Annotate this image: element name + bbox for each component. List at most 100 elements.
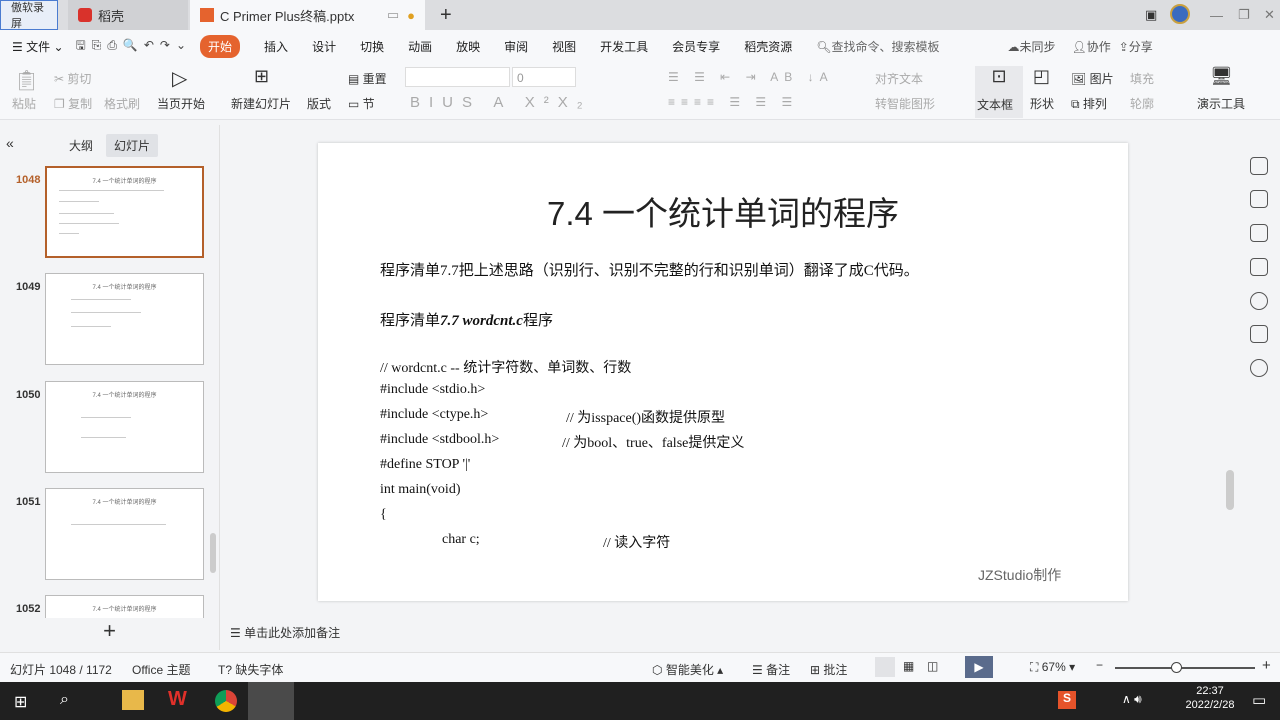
animation-icon[interactable] bbox=[1250, 224, 1268, 242]
canvas-scrollbar[interactable] bbox=[1226, 470, 1234, 510]
zoom-level[interactable]: 67% bbox=[1042, 660, 1066, 674]
arrange-button[interactable]: ⧉ 排列 bbox=[1071, 95, 1107, 112]
fill-button[interactable]: 填充 bbox=[1130, 70, 1154, 87]
settings-sliders-icon[interactable] bbox=[1250, 190, 1268, 208]
layout-button[interactable]: 版式 bbox=[307, 95, 331, 112]
shape-button[interactable]: 形状 bbox=[1030, 95, 1054, 112]
wps-icon[interactable]: W bbox=[168, 688, 187, 711]
smartart-button[interactable]: 转智能图形 bbox=[875, 95, 935, 112]
format-painter-button[interactable]: 格式刷 bbox=[104, 95, 140, 112]
slide-thumbnail[interactable]: 7.4 一个统计单词的程序 bbox=[45, 381, 204, 473]
text-format-icons[interactable]: BIUS A X²X₂ bbox=[410, 94, 592, 111]
tab-daoke-resources[interactable]: 稻壳资源 bbox=[744, 38, 792, 55]
font-size-select[interactable]: 0 bbox=[512, 67, 576, 87]
new-tab-button[interactable]: + bbox=[430, 0, 462, 30]
tab-daoke[interactable]: 稻壳 bbox=[68, 0, 188, 30]
play-current-button[interactable]: 当页开始 bbox=[157, 95, 205, 112]
paste-icon[interactable]: 📋︎ bbox=[14, 68, 39, 93]
rocket-icon[interactable] bbox=[1250, 157, 1268, 175]
normal-view-button[interactable] bbox=[875, 657, 895, 677]
zoom-slider[interactable] bbox=[1115, 662, 1255, 673]
tray-icons[interactable]: ∧ 🔊︎ bbox=[1122, 692, 1142, 707]
outline-button[interactable]: 轮廓 bbox=[1130, 95, 1154, 112]
list-icons[interactable]: ☰ ☰ ⇤ ⇥ AB ↓A bbox=[668, 70, 834, 84]
zoom-in-button[interactable]: + bbox=[1262, 657, 1271, 674]
panel-scrollbar[interactable] bbox=[210, 533, 216, 573]
tab-home[interactable]: 开始 bbox=[200, 34, 241, 58]
zoom-out-button[interactable]: − bbox=[1096, 658, 1103, 672]
transition-icon[interactable] bbox=[1250, 258, 1268, 276]
zoom-slider-thumb[interactable] bbox=[1171, 662, 1183, 673]
align-text-button[interactable]: 对齐文本 bbox=[875, 70, 923, 87]
command-search[interactable]: 🔍︎查找命令、搜索模板 bbox=[816, 38, 939, 55]
sorter-view-button[interactable]: ▦ bbox=[903, 659, 914, 673]
tab-slideshow[interactable]: 放映 bbox=[456, 38, 480, 55]
add-slide-button[interactable]: + bbox=[0, 618, 219, 650]
beautify-button[interactable]: ⬡ 智能美化 ▴ bbox=[652, 661, 723, 678]
copy-button[interactable]: ❐ 复制 bbox=[54, 95, 92, 112]
slide-thumbnail[interactable]: 7.4 一个统计单词的程序 bbox=[45, 273, 204, 365]
picture-button[interactable]: 🖼︎ 图片 bbox=[1071, 70, 1114, 87]
notes-field[interactable]: ☰ 单击此处添加备注 bbox=[230, 624, 340, 641]
clock[interactable]: 22:37 2022/2/28 bbox=[1182, 685, 1238, 711]
tools-icon[interactable]: 🖥︎ bbox=[1210, 66, 1233, 87]
sync-button[interactable]: ☁未同步 bbox=[1007, 38, 1055, 55]
font-name-select[interactable] bbox=[405, 67, 510, 87]
slide-canvas[interactable]: 7.4 一个统计单词的程序 程序清单7.7把上述思路（识别行、识别不完整的行和识… bbox=[318, 143, 1128, 601]
cut-button[interactable]: ✂ 剪切 bbox=[54, 70, 91, 87]
reset-button[interactable]: ▤ 重置 bbox=[348, 70, 387, 87]
avatar[interactable] bbox=[1170, 4, 1190, 24]
share-button[interactable]: ⇪分享 bbox=[1119, 38, 1153, 55]
new-slide-icon[interactable]: ⊞ bbox=[254, 66, 269, 87]
sogou-ime-icon[interactable]: S bbox=[1058, 691, 1076, 709]
play-slideshow-button[interactable]: ▶ bbox=[965, 656, 993, 678]
textbox-button[interactable]: ⊡ 文本框 bbox=[975, 66, 1023, 118]
presentation-tools-button[interactable]: 演示工具 bbox=[1197, 95, 1245, 112]
slide-thumbnail[interactable]: 7.4 一个统计单词的程序 bbox=[45, 488, 204, 580]
active-app-slot[interactable] bbox=[248, 682, 294, 720]
close-button[interactable]: ✕ bbox=[1254, 0, 1280, 30]
reading-view-button[interactable]: ◫ bbox=[927, 659, 938, 673]
backup-icon[interactable] bbox=[1250, 325, 1268, 343]
collapse-panel-icon[interactable]: « bbox=[6, 135, 14, 151]
shape-icon[interactable]: ◰ bbox=[1033, 66, 1050, 87]
tab-pptx[interactable]: C Primer Plus终稿.pptx ▭ ● bbox=[190, 0, 425, 30]
fit-window-button[interactable]: ⛶ 67% ▾ bbox=[1030, 660, 1075, 675]
chrome-icon[interactable] bbox=[215, 690, 237, 712]
play-icon[interactable]: ▷ bbox=[172, 66, 187, 91]
notification-icon[interactable]: ▭ bbox=[1252, 691, 1266, 709]
tab-animation[interactable]: 动画 bbox=[408, 38, 432, 55]
new-slide-button[interactable]: 新建幻灯片 bbox=[231, 95, 291, 112]
location-icon[interactable] bbox=[1250, 359, 1268, 377]
theme-label[interactable]: Office 主题 bbox=[132, 661, 190, 678]
tab-view[interactable]: 视图 bbox=[552, 38, 576, 55]
missing-font-button[interactable]: T? 缺失字体 bbox=[218, 661, 283, 678]
tab-developer[interactable]: 开发工具 bbox=[600, 38, 648, 55]
notes-toggle-button[interactable]: ☰ 备注 bbox=[752, 661, 790, 678]
tab-design[interactable]: 设计 bbox=[312, 38, 336, 55]
file-explorer-icon[interactable] bbox=[122, 690, 144, 710]
recorder-badge[interactable]: 傲软录屏 bbox=[0, 0, 58, 30]
align-icons[interactable]: ≡≡≡≡ ☰ ☰ ☰ bbox=[668, 95, 798, 109]
tab-member[interactable]: 会员专享 bbox=[672, 38, 720, 55]
tab-slides[interactable]: 幻灯片 bbox=[106, 134, 159, 157]
help-icon[interactable] bbox=[1250, 292, 1268, 310]
tab-insert[interactable]: 插入 bbox=[264, 38, 288, 55]
section-button[interactable]: ▭ 节 bbox=[348, 95, 375, 112]
tab-transition[interactable]: 切换 bbox=[360, 38, 384, 55]
file-menu[interactable]: ☰ 文件 ⌄ bbox=[12, 38, 64, 55]
quick-access-icons[interactable]: 🖫⎘⎙🔍↶↷⌄ bbox=[76, 36, 193, 57]
monitor-icon[interactable]: ▭ bbox=[387, 7, 399, 23]
tab-review[interactable]: 审阅 bbox=[504, 38, 528, 55]
listing-caption[interactable]: 程序清单7.7 wordcnt.c程序 bbox=[380, 309, 553, 330]
tab-outline[interactable]: 大纲 bbox=[69, 137, 93, 154]
search-icon[interactable]: ⌕ bbox=[60, 691, 69, 709]
window-count-icon[interactable]: ▣ bbox=[1135, 0, 1167, 30]
collab-button[interactable]: 👤︎协作 bbox=[1071, 38, 1110, 55]
slide-thumbnail[interactable]: 7.4 一个统计单词的程序 bbox=[45, 595, 204, 618]
windows-start-icon[interactable]: ⊞ bbox=[14, 692, 27, 712]
slide-intro[interactable]: 程序清单7.7把上述思路（识别行、识别不完整的行和识别单词）翻译了成C代码。 bbox=[380, 259, 919, 280]
slide-title[interactable]: 7.4 一个统计单词的程序 bbox=[318, 187, 1128, 235]
paste-button[interactable]: 粘贴 bbox=[12, 95, 36, 112]
comment-button[interactable]: ⊞ 批注 bbox=[810, 661, 847, 678]
